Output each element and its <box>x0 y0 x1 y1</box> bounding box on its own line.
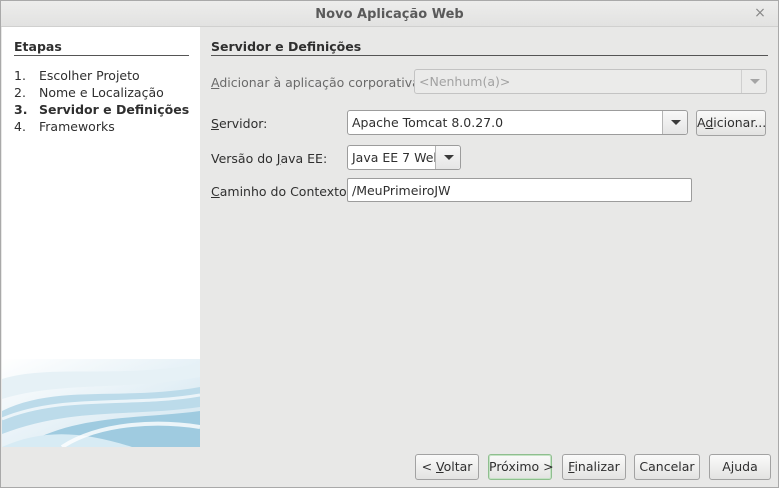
window-title: Novo Aplicação Web <box>315 7 464 22</box>
step-number: 4. <box>14 119 26 134</box>
chevron-down-icon[interactable] <box>662 111 687 134</box>
context-path-label: Caminho do Contexto: <box>211 184 351 199</box>
server-label: Servidor: <box>211 116 267 131</box>
enterprise-app-label-text: dicionar à aplicação corporativa: <box>219 75 424 90</box>
step-item: 4. Frameworks <box>14 119 189 136</box>
enterprise-app-value: <Nenhum(a)> <box>419 74 511 89</box>
steps-panel: Etapas 1. Escolher Projeto 2. Nome e Local… <box>2 27 200 447</box>
step-number: 1. <box>14 68 26 83</box>
step-item: 1. Escolher Projeto <box>14 68 189 85</box>
next-button[interactable]: Próximo > <box>488 454 554 480</box>
new-web-application-dialog: Novo Aplicação Web × Etapas 1. Escolher P… <box>0 0 779 488</box>
finish-button[interactable]: Finalizar <box>562 454 626 480</box>
step-label: Frameworks <box>39 119 115 134</box>
mnemonic-c: C <box>211 184 220 199</box>
enterprise-app-combo: <Nenhum(a)> <box>414 69 767 94</box>
title-bar[interactable]: Novo Aplicação Web × <box>1 1 778 27</box>
java-ee-version-label: Versão do Java EE: <box>211 151 328 166</box>
server-label-text: ervidor: <box>218 116 268 131</box>
steps-list: 1. Escolher Projeto 2. Nome e Localização … <box>14 68 189 136</box>
step-number: 2. <box>14 85 26 100</box>
step-label: Escolher Projeto <box>39 68 140 83</box>
wizard-decoration-image <box>2 359 200 447</box>
server-value: Apache Tomcat 8.0.27.0 <box>352 115 504 130</box>
step-number: 3. <box>14 102 28 117</box>
step-item-current: 3. Servidor e Definições <box>14 102 189 119</box>
cancel-button[interactable]: Cancelar <box>634 454 700 480</box>
chevron-down-icon <box>741 70 766 93</box>
enterprise-app-label: Adicionar à aplicação corporativa: <box>211 75 424 90</box>
server-combo[interactable]: Apache Tomcat 8.0.27.0 <box>347 110 688 135</box>
context-path-value: /MeuPrimeiroJW <box>352 183 451 198</box>
java-ee-version-value: Java EE 7 Web <box>352 150 442 165</box>
context-path-input[interactable]: /MeuPrimeiroJW <box>347 178 692 202</box>
step-label: Nome e Localização <box>39 85 164 100</box>
add-server-button[interactable]: Adicionar... <box>696 110 766 136</box>
section-heading: Servidor e Definições <box>211 39 768 56</box>
back-button[interactable]: < Voltar <box>415 454 479 480</box>
close-icon[interactable]: × <box>752 5 768 21</box>
mnemonic-s: S <box>211 116 219 131</box>
step-item: 2. Nome e Localização <box>14 85 189 102</box>
chevron-down-icon[interactable] <box>435 146 460 169</box>
java-ee-version-combo[interactable]: Java EE 7 Web <box>347 145 461 170</box>
help-button[interactable]: Ajuda <box>709 454 771 480</box>
step-label: Servidor e Definições <box>39 102 190 117</box>
steps-heading: Etapas <box>14 39 189 56</box>
